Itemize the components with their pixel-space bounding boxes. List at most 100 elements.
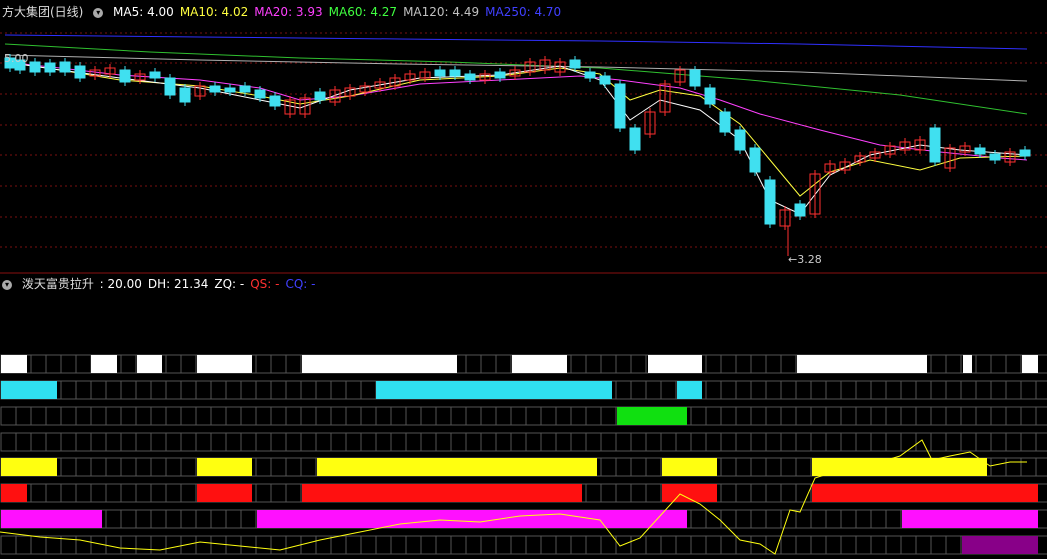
indicator-cell xyxy=(90,406,107,426)
indicator-bar xyxy=(812,484,1038,502)
indicator-cell xyxy=(240,432,257,452)
indicator-cell xyxy=(180,509,197,529)
candle-body xyxy=(704,87,716,105)
indicator-cell xyxy=(255,483,272,503)
indicator-cell xyxy=(450,535,467,555)
indicator-cell xyxy=(765,432,782,452)
indicator-cell xyxy=(360,432,377,452)
indicator-bar xyxy=(1,484,27,502)
indicator-cell xyxy=(45,406,62,426)
indicator-cell xyxy=(915,406,932,426)
indicator-cell xyxy=(150,483,167,503)
indicator-cell xyxy=(315,380,332,400)
candle-body xyxy=(44,62,56,73)
indicator-cell xyxy=(780,457,797,477)
indicator-cell xyxy=(270,535,287,555)
candle-body xyxy=(29,61,41,73)
indicator-cell xyxy=(885,535,902,555)
indicator-cell xyxy=(180,406,197,426)
indicator-cell xyxy=(750,406,767,426)
indicator-cell xyxy=(645,483,662,503)
indicator-cell xyxy=(555,535,572,555)
indicator-cell xyxy=(105,509,122,529)
indicator-cell xyxy=(285,483,302,503)
indicator-cell xyxy=(750,380,767,400)
indicator-cell xyxy=(960,406,977,426)
indicator-cell xyxy=(495,354,512,374)
indicator-cell xyxy=(630,457,647,477)
indicator-cell xyxy=(870,406,887,426)
indicator-cell xyxy=(300,457,317,477)
indicator-cell xyxy=(105,535,122,555)
indicator-cell xyxy=(75,380,92,400)
indicator-cell xyxy=(195,406,212,426)
indicator-cell xyxy=(510,432,527,452)
indicator-cell xyxy=(135,406,152,426)
candle-body xyxy=(314,91,326,101)
indicator-cell xyxy=(30,535,47,555)
indicator-cell xyxy=(915,380,932,400)
indicator-cell xyxy=(540,535,557,555)
indicator-cell xyxy=(825,535,842,555)
indicator-cell xyxy=(60,406,77,426)
indicator-cell xyxy=(270,406,287,426)
indicator-cell xyxy=(885,406,902,426)
candle-body xyxy=(494,71,506,79)
indicator-cell xyxy=(630,354,647,374)
indicator-bar xyxy=(1022,355,1038,373)
indicator-cell xyxy=(345,380,362,400)
indicator-bar xyxy=(137,355,162,373)
indicator-cell xyxy=(165,509,182,529)
indicator-cell xyxy=(120,354,137,374)
indicator-cell xyxy=(495,535,512,555)
indicator-cell xyxy=(75,406,92,426)
indicator-cell xyxy=(60,432,77,452)
candle-body xyxy=(974,147,986,155)
indicator-cell xyxy=(420,406,437,426)
indicator-cell xyxy=(180,354,197,374)
candle-body xyxy=(59,61,71,73)
indicator-cell xyxy=(975,406,992,426)
indicator-cell xyxy=(1005,354,1022,374)
indicator-bar xyxy=(902,510,1038,528)
indicator-bar xyxy=(1,458,57,476)
indicator-cell xyxy=(165,457,182,477)
stock-chart[interactable]: ←3.28 5.00 xyxy=(0,0,1047,559)
indicator-cell xyxy=(1005,457,1022,477)
indicator-cell xyxy=(720,509,737,529)
indicator-cell xyxy=(150,406,167,426)
candle-body xyxy=(1019,149,1031,157)
indicator-cell xyxy=(750,483,767,503)
indicator-cell xyxy=(300,406,317,426)
indicator-cell xyxy=(720,380,737,400)
ma10-line xyxy=(4,61,1028,197)
indicator-cell xyxy=(630,380,647,400)
indicator-cell xyxy=(930,406,947,426)
indicator-bar xyxy=(1,355,27,373)
indicator-cell xyxy=(960,380,977,400)
candle-body xyxy=(734,129,746,151)
indicator-cell xyxy=(0,406,17,426)
indicator-cell xyxy=(900,380,917,400)
indicator-cell xyxy=(615,483,632,503)
indicator-cell xyxy=(780,432,797,452)
indicator-cell xyxy=(165,535,182,555)
candle-body xyxy=(164,77,176,96)
indicator-cell xyxy=(885,432,902,452)
candle-body xyxy=(239,85,251,93)
indicator-cell xyxy=(750,432,767,452)
candle-body xyxy=(629,127,641,151)
candle-body xyxy=(614,83,626,129)
indicator-cell xyxy=(285,432,302,452)
candle-body xyxy=(689,69,701,87)
indicator-cell xyxy=(825,380,842,400)
indicator-cell xyxy=(180,432,197,452)
indicator-cell xyxy=(105,432,122,452)
indicator-cell xyxy=(30,483,47,503)
indicator-cell xyxy=(375,432,392,452)
indicator-cell xyxy=(390,406,407,426)
indicator-cell xyxy=(15,535,32,555)
indicator-cell xyxy=(780,483,797,503)
indicator-cell xyxy=(120,483,137,503)
indicator-cell xyxy=(390,535,407,555)
